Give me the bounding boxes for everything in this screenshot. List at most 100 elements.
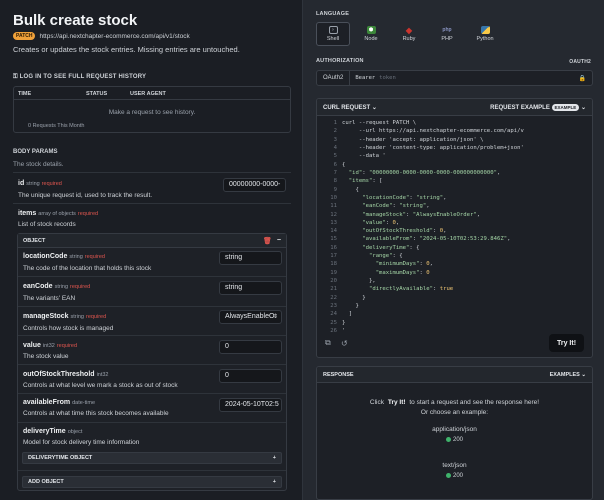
code-line: "minimumDays": 0, <box>375 261 433 268</box>
body-params-description: The stock details. <box>13 161 64 168</box>
method-badge: PATCH <box>13 32 36 40</box>
divider <box>18 306 286 307</box>
chevron-down-icon: ⌄ <box>581 371 586 378</box>
history-footer: 0 Requests This Month <box>28 123 85 129</box>
login-history-link[interactable]: ⚿ LOG IN TO SEE FULL REQUEST HISTORY <box>13 74 146 81</box>
language-python[interactable]: Python <box>468 22 502 46</box>
code-line: --data ' <box>342 153 386 160</box>
line-number: 7 <box>333 169 337 176</box>
divider <box>18 364 286 365</box>
param-name: id <box>18 180 25 187</box>
param-type: string <box>26 181 40 187</box>
field-type: string <box>69 254 83 260</box>
request-panel: LANGUAGE › Shell ⬢ Node ◆ Ruby php PHP P… <box>302 0 604 500</box>
code-line: "eanCode": "string", <box>362 203 430 210</box>
language-node[interactable]: ⬢ Node <box>354 22 388 46</box>
line-number: 1 <box>333 120 337 126</box>
manage-stock-select[interactable]: AlwaysEnableO ⇕ <box>219 310 282 324</box>
response-label: RESPONSE <box>323 371 354 378</box>
curl-request-dropdown[interactable]: CURL REQUEST ⌄ <box>323 104 377 111</box>
value-input[interactable]: 0 <box>219 340 282 354</box>
dropdown-label: CURL REQUEST <box>323 104 371 111</box>
field-manage-stock: manageStock string required <box>23 313 106 320</box>
line-number: 23 <box>330 303 337 310</box>
field-name: locationCode <box>23 253 68 260</box>
endpoint-description: Creates or updates the stock entries. Mi… <box>13 45 240 54</box>
field-required: required <box>84 254 105 260</box>
line-number: 9 <box>333 186 337 193</box>
line-number: 14 <box>330 228 337 235</box>
language-ruby[interactable]: ◆ Ruby <box>392 22 426 46</box>
example-item[interactable]: text/json 200 <box>317 462 592 479</box>
reset-icon[interactable]: ↺ <box>341 339 348 348</box>
code-line: ] <box>342 311 353 318</box>
token-input[interactable]: token <box>375 75 578 81</box>
ean-code-input[interactable]: string <box>219 281 282 295</box>
line-number: 20 <box>330 278 337 285</box>
code-line: curl --request PATCH \ <box>342 120 417 126</box>
php-icon: php <box>442 27 452 33</box>
field-description: The code of the location that holds this… <box>23 265 152 272</box>
copy-icon[interactable]: ⧉ <box>325 338 331 348</box>
line-number: 6 <box>333 161 337 168</box>
param-required: required <box>41 181 62 187</box>
divider <box>18 422 286 423</box>
button-label: DELIVERYTIME OBJECT <box>28 455 93 461</box>
examples-dropdown[interactable]: EXAMPLES ⌄ <box>550 372 586 378</box>
response-prompt-line2: Or choose an example: <box>420 409 489 416</box>
line-number: 16 <box>330 244 337 251</box>
plus-icon: + <box>272 455 276 461</box>
field-name: deliveryTime <box>23 428 66 435</box>
language-label: Node <box>364 36 378 42</box>
param-description: List of stock records <box>18 221 76 228</box>
try-it-button[interactable]: Try It! <box>549 334 584 352</box>
auth-scheme: OAuth2 <box>317 71 351 85</box>
delivery-time-object-button[interactable]: DELIVERYTIME OBJECT + <box>22 452 282 464</box>
dropdown-label: EXAMPLES <box>549 371 580 378</box>
prompt-text: to start a request and see the response … <box>409 399 540 406</box>
add-object-button[interactable]: ADD OBJECT + <box>22 476 282 488</box>
field-name: eanCode <box>23 283 53 290</box>
button-label: ADD OBJECT <box>28 479 64 485</box>
field-name: manageStock <box>23 313 69 320</box>
field-type: object <box>67 429 83 435</box>
line-number: 13 <box>330 219 337 226</box>
location-code-input[interactable]: string <box>219 251 282 265</box>
plus-icon: + <box>272 479 276 485</box>
line-number: 8 <box>333 178 337 185</box>
code-line: "availableFrom": "2024-05-10T02:53:29.84… <box>362 236 511 243</box>
page-title: Bulk create stock <box>13 12 138 29</box>
language-php[interactable]: php PHP <box>430 22 464 46</box>
code-line: }, <box>342 278 376 285</box>
token-prefix: Bearer <box>355 75 376 81</box>
field-required: required <box>56 343 78 349</box>
id-input[interactable]: 00000000-0000- <box>223 178 286 192</box>
line-number: 11 <box>330 203 337 210</box>
example-type: text/json <box>442 462 467 469</box>
code-line: "id": "00000000-0000-0000-0000-000000000… <box>348 169 501 176</box>
out-of-stock-threshold-input[interactable]: 0 <box>219 369 282 383</box>
trash-icon[interactable]: 🗑 <box>263 237 272 245</box>
param-required: required <box>77 211 99 217</box>
language-label: Python <box>476 36 494 42</box>
code-line: "outOfStockThreshold": 0, <box>362 228 447 235</box>
divider <box>18 470 286 471</box>
example-item[interactable]: application/json 200 <box>317 426 592 443</box>
field-name: value <box>23 342 41 349</box>
field-delivery-time: deliveryTime object <box>23 428 82 435</box>
ruby-icon: ◆ <box>405 25 413 35</box>
collapse-icon[interactable]: − <box>277 237 281 244</box>
items-object-editor: OBJECT 🗑 − locationCode string required Th… <box>17 233 287 491</box>
available-from-input[interactable]: 2024-05-10T02:5 <box>219 398 282 412</box>
request-example-dropdown[interactable]: REQUEST EXAMPLE EXAMPLE ⌄ <box>490 103 586 111</box>
code-line: "items": [ <box>348 178 383 185</box>
code-line: "locationCode": "string", <box>362 194 447 201</box>
field-out-of-stock-threshold: outOfStockThreshold int32 <box>23 371 109 378</box>
language-shell[interactable]: › Shell <box>316 22 350 46</box>
endpoint-url: https://api.nextchapter-ecommerce.com/ap… <box>39 32 190 40</box>
field-available-from: availableFrom date-time <box>23 399 95 406</box>
history-header: TIME STATUS USER AGENT <box>14 87 290 100</box>
field-name: outOfStockThreshold <box>23 371 95 378</box>
inline-try-it[interactable]: Try It! <box>388 399 406 406</box>
code-line: "maximumDays": 0 <box>375 269 430 276</box>
